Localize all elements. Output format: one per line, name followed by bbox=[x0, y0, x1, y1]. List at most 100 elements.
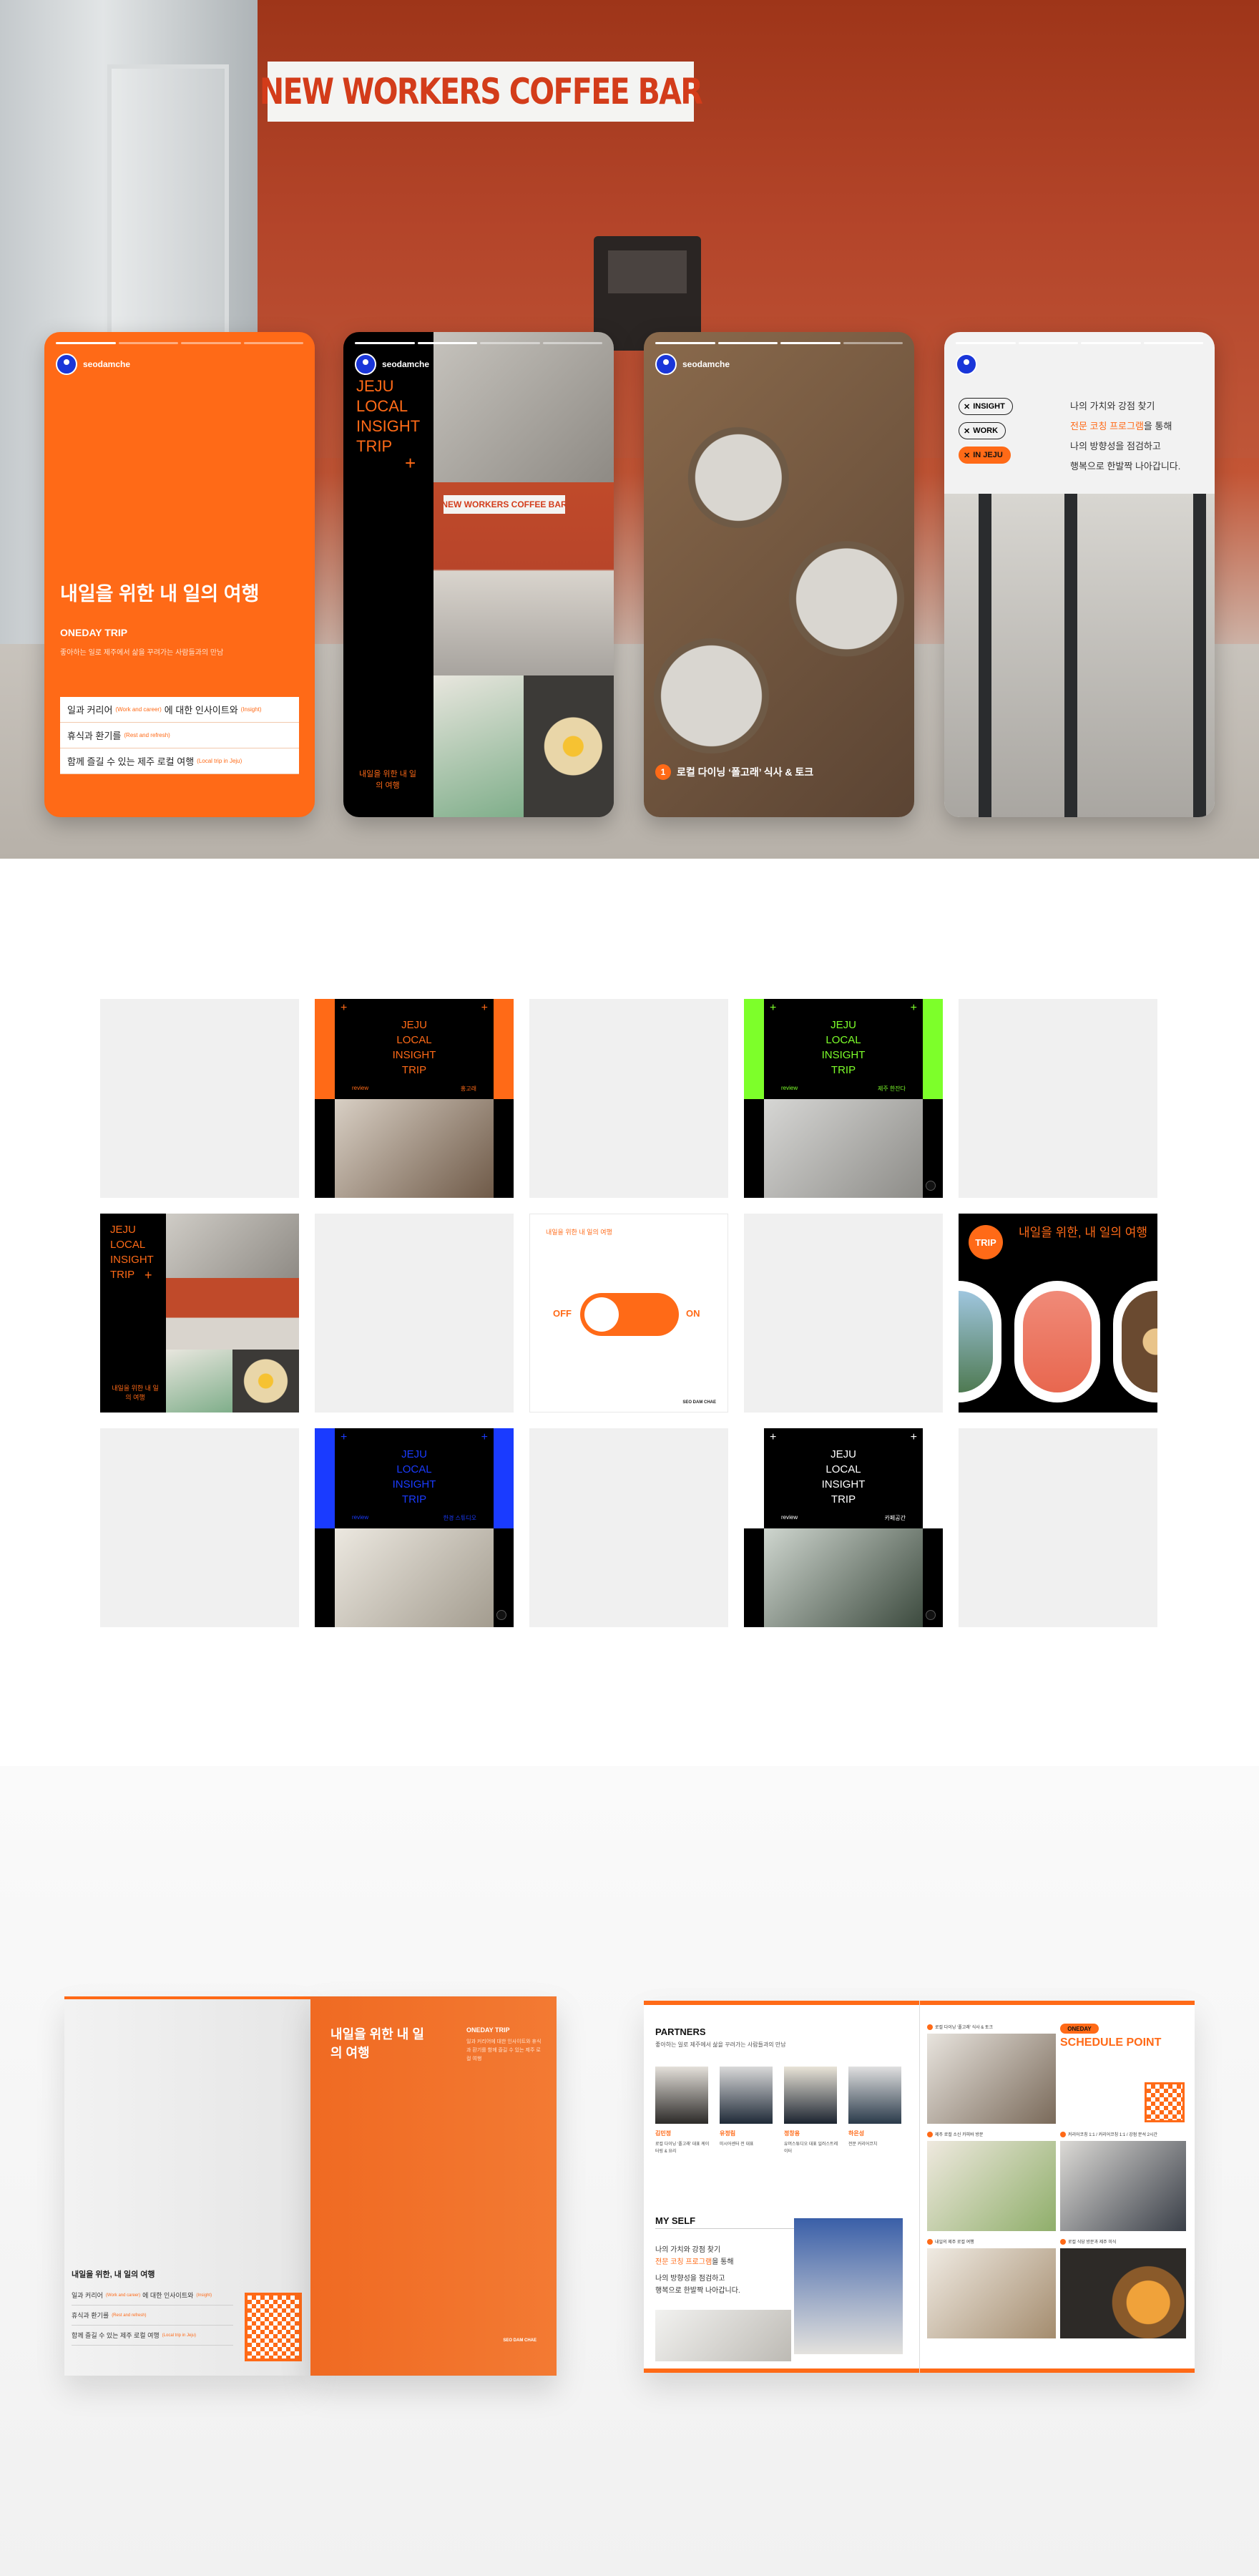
partner-name: 한경 스튜디오 bbox=[443, 1515, 476, 1521]
review-label: review bbox=[352, 1514, 369, 1521]
schedule-caption: 로컬 다이닝 ‘폴고래’ 식사 & 토크 bbox=[927, 2024, 993, 2030]
avatar[interactable] bbox=[355, 353, 376, 375]
list-item-en-2: (Insight) bbox=[196, 2293, 212, 2298]
grid-post-blue[interactable]: + + JEJU LOCAL INSIGHT TRIP review 한경 스튜… bbox=[315, 1428, 514, 1627]
partner-name: 카페공간 bbox=[884, 1515, 906, 1521]
list-item: 휴식과 환기를 (Rest and refresh) bbox=[72, 2306, 233, 2326]
post-footer: 내일을 위한 내 일의 여행 bbox=[112, 1385, 159, 1401]
review-label: review bbox=[781, 1514, 798, 1521]
schedule-photo bbox=[1060, 2248, 1186, 2338]
close-icon: ✕ bbox=[964, 451, 971, 460]
jeju-title: JEJU LOCAL INSIGHT TRIP bbox=[764, 1447, 923, 1507]
coaching-line: 전문 코칭 프로그램을 통해 bbox=[1070, 416, 1180, 436]
partner-photo bbox=[720, 2067, 773, 2124]
coaching-line: 행복으로 한발짝 나아갑니다. bbox=[1070, 461, 1181, 472]
grid-tile-empty bbox=[744, 1214, 943, 1413]
post-header: + + JEJU LOCAL INSIGHT TRIP bbox=[764, 999, 923, 1099]
qr-code-icon[interactable] bbox=[1145, 2082, 1185, 2122]
list-item-label: 휴식과 환기를 bbox=[67, 731, 122, 741]
story-username[interactable]: seodamche bbox=[682, 359, 730, 369]
list-item-en: (Work and career) bbox=[115, 706, 162, 713]
food-photo bbox=[232, 1350, 299, 1413]
plus-icon: + bbox=[341, 1431, 348, 1443]
post-header: + + JEJU LOCAL INSIGHT TRIP bbox=[335, 999, 494, 1099]
schedule-caption: 내일의 제주 로컬 여행 bbox=[927, 2238, 974, 2245]
avatar[interactable] bbox=[956, 353, 977, 375]
coaching-line: 나의 방향성을 점검하고 bbox=[1070, 441, 1161, 452]
notebook-photo bbox=[655, 2310, 791, 2361]
grid-tile-empty bbox=[529, 999, 728, 1198]
step-number: 1 bbox=[655, 764, 671, 780]
story-progress bbox=[655, 342, 903, 344]
jeju-title-line: INSIGHT bbox=[392, 1478, 436, 1491]
tag-work[interactable]: ✕ WORK bbox=[959, 422, 1006, 439]
toggle-switch[interactable] bbox=[580, 1293, 679, 1336]
story-username[interactable]: seodamche bbox=[83, 359, 130, 369]
trip-badge: TRIP bbox=[969, 1225, 1003, 1259]
grid-post-orange[interactable]: + + JEJU LOCAL INSIGHT TRIP review 홍고래 bbox=[315, 999, 514, 1198]
toggle-off-label: OFF bbox=[553, 1308, 572, 1319]
grid-tile-empty bbox=[315, 1214, 514, 1413]
schedule-caption-text: 커리어코칭 1:1 / 커리어코칭 1:1 / 강점 분석 2시간 bbox=[1068, 2133, 1158, 2137]
story-progress bbox=[355, 342, 602, 344]
story-list: 일과 커리어 (Work and career) 에 대한 인사이트와 (Ins… bbox=[60, 697, 299, 774]
schedule-caption: 로컬 식당 방문과 제주 미식 bbox=[1060, 2238, 1116, 2245]
avatar[interactable] bbox=[56, 353, 77, 375]
list-item-en: (Work and career) bbox=[105, 2293, 141, 2298]
story-card-intro[interactable]: seodamche 내일을 위한 내 일의 여행 ONEDAY TRIP 좋아하… bbox=[44, 332, 315, 817]
schedule-caption-text: 로컬 다이닝 ‘폴고래’ 식사 & 토크 bbox=[935, 2026, 994, 2030]
grid-post-trip[interactable]: TRIP 내일을 위한, 내 일의 여행 bbox=[959, 1214, 1157, 1413]
jeju-title: JEJU LOCAL INSIGHT TRIP bbox=[335, 1018, 494, 1078]
myself-line: 나의 방향성을 점검하고 bbox=[655, 2275, 725, 2283]
myself-line: 행복으로 한발짝 나아갑니다. bbox=[655, 2287, 740, 2295]
jeju-title-line: INSIGHT bbox=[110, 1254, 154, 1266]
jeju-title-line: JEJU bbox=[110, 1224, 136, 1236]
partner-desc: 로컬 다이닝 ‘폴고래’ 대표 케이터링 & 요리 bbox=[655, 2142, 710, 2154]
office-photo bbox=[166, 1214, 299, 1278]
jeju-title: JEJU LOCAL INSIGHT TRIP bbox=[764, 1018, 923, 1078]
jeju-title-line: JEJU bbox=[401, 1448, 427, 1460]
jeju-title-line: INSIGHT bbox=[392, 1049, 436, 1061]
window-frame bbox=[1064, 494, 1077, 817]
back-list: 일과 커리어 (Work and career) 에 대한 인사이트와 (Ins… bbox=[72, 2285, 233, 2346]
carousel-dot[interactable] bbox=[926, 1610, 936, 1620]
grid-post-toggle[interactable]: 내일을 위한 내 일의 여행 OFF ON SEO DAM CHAE bbox=[529, 1214, 728, 1413]
close-icon: ✕ bbox=[964, 426, 971, 436]
tag-insight[interactable]: ✕ INSIGHT bbox=[959, 398, 1013, 415]
story-subtitle: ONEDAY TRIP bbox=[60, 627, 128, 638]
jeju-title: JEJU LOCAL INSIGHT TRIP bbox=[335, 1447, 494, 1507]
story-username[interactable]: seodamche bbox=[382, 359, 429, 369]
partners-title: PARTNERS bbox=[655, 2026, 706, 2037]
coaching-line: 나의 가치와 강점 찾기 bbox=[1070, 401, 1155, 411]
jeju-title-line: INSIGHT bbox=[821, 1049, 866, 1061]
food-photo bbox=[524, 675, 614, 817]
toggle-knob[interactable] bbox=[584, 1297, 619, 1332]
jeju-title-line: LOCAL bbox=[396, 1034, 432, 1046]
story-card-dining[interactable]: seodamche 1 로컬 다이닝 ‘폴고래’ 식사 & 토크 bbox=[644, 332, 914, 817]
grid-tile-empty bbox=[100, 1428, 299, 1627]
schedule-photo bbox=[927, 2034, 1056, 2124]
carousel-dot[interactable] bbox=[926, 1181, 936, 1191]
jeju-title-line: LOCAL bbox=[826, 1463, 861, 1475]
grid-post-green[interactable]: + + JEJU LOCAL INSIGHT TRIP review 제주 한잔… bbox=[744, 999, 943, 1198]
tag-in-jeju[interactable]: ✕ IN JEJU bbox=[959, 447, 1011, 464]
partner-name: 김민정 bbox=[655, 2130, 672, 2137]
story-card-coaching[interactable]: ✕ INSIGHT ✕ WORK ✕ IN JEJU 나의 가치와 강점 찾기 전문 … bbox=[944, 332, 1215, 817]
story-progress bbox=[956, 342, 1203, 344]
story-footer: 내일을 위한 내 일의 여행 bbox=[359, 770, 417, 790]
story-card-jeju[interactable]: NEW WORKERS COFFEE BAR seodamche JEJU LO… bbox=[343, 332, 614, 817]
avatar[interactable] bbox=[655, 353, 677, 375]
coaching-text: 나의 가치와 강점 찾기 전문 코칭 프로그램을 통해 나의 방향성을 점검하고… bbox=[1070, 396, 1180, 477]
front-subtitle: ONEDAY TRIP bbox=[466, 2026, 510, 2034]
list-item-en-2: (Insight) bbox=[240, 706, 262, 713]
plus-icon: + bbox=[910, 1002, 917, 1014]
grid-post-white[interactable]: + + JEJU LOCAL INSIGHT TRIP review 카페공간 bbox=[744, 1428, 943, 1627]
brochure-closed: 내일을 위한, 내 일의 여행 일과 커리어 (Work and career)… bbox=[64, 1996, 557, 2376]
grid-post-jeju-collage[interactable]: JEJU LOCAL INSIGHT TRIP + 내일을 위한 내 일의 여행 bbox=[100, 1214, 299, 1413]
carousel-dot[interactable] bbox=[496, 1610, 506, 1620]
front-desc: 일과 커리어에 대한 인사이트와 휴식과 환기를 함께 즐길 수 있는 제주 로… bbox=[466, 2039, 542, 2062]
list-item-en: (Local trip in Jeju) bbox=[197, 758, 243, 764]
qr-code-icon[interactable] bbox=[245, 2293, 302, 2361]
plus-icon: + bbox=[341, 1002, 348, 1014]
plus-icon: + bbox=[481, 1002, 488, 1014]
